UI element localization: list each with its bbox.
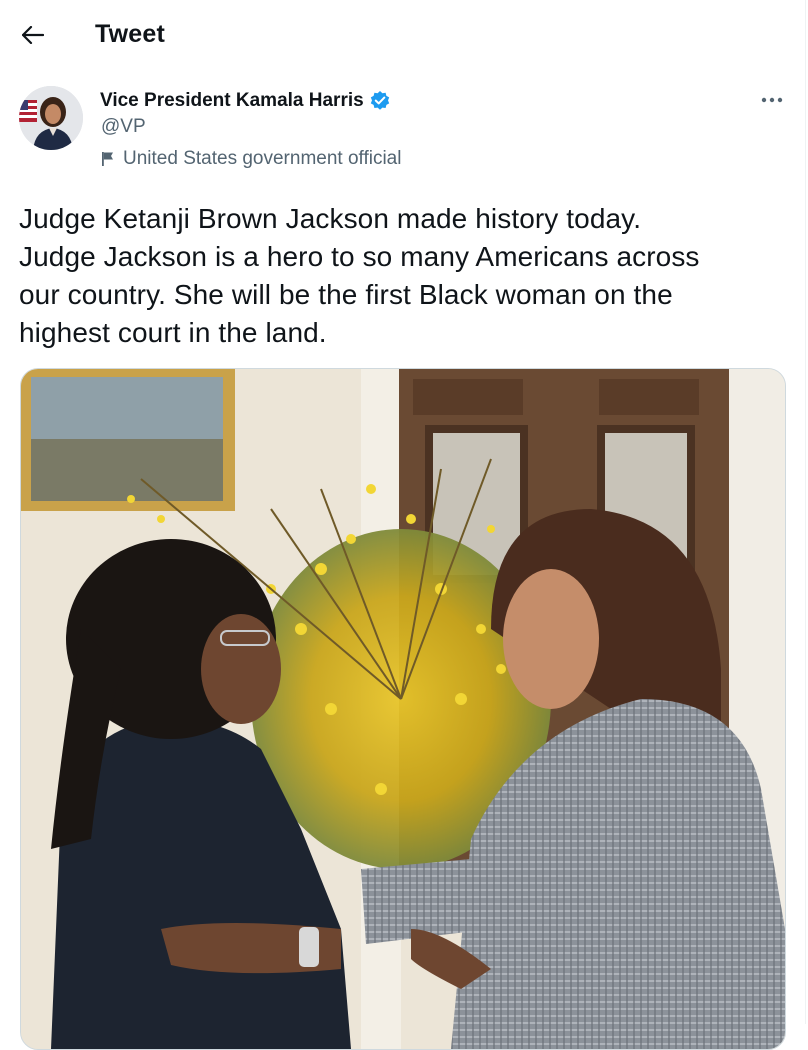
tweet-text-line: Judge Ketanji Brown Jackson made history…: [19, 203, 642, 234]
avatar-image: [19, 86, 83, 150]
arrow-left-icon: [22, 26, 44, 44]
affiliation-text: United States government official: [123, 148, 402, 169]
tweet-header: Tweet: [0, 0, 806, 70]
author-name-text: Vice President Kamala Harris: [100, 90, 364, 111]
more-dots-icon: [761, 97, 783, 103]
verified-badge-icon: [370, 91, 389, 110]
tweet-text: Judge Ketanji Brown Jackson made history…: [19, 200, 789, 352]
tweet-photo[interactable]: [20, 368, 786, 1050]
tweet-text-line: highest court in the land.: [19, 317, 327, 348]
flag-icon: [102, 152, 113, 166]
photo-illustration: [21, 369, 785, 1049]
tweet-text-line: our country. She will be the first Black…: [19, 279, 673, 310]
tweet-text-line: Judge Jackson is a hero to so many Ameri…: [19, 241, 700, 272]
back-button[interactable]: [14, 16, 52, 54]
author-handle[interactable]: @VP: [101, 116, 146, 138]
more-options-button[interactable]: [756, 88, 788, 112]
page-title: Tweet: [95, 20, 165, 48]
author-name[interactable]: Vice President Kamala Harris: [100, 90, 391, 112]
avatar[interactable]: [19, 86, 83, 150]
column-divider: [805, 0, 806, 1024]
affiliation-label: United States government official: [101, 148, 401, 170]
